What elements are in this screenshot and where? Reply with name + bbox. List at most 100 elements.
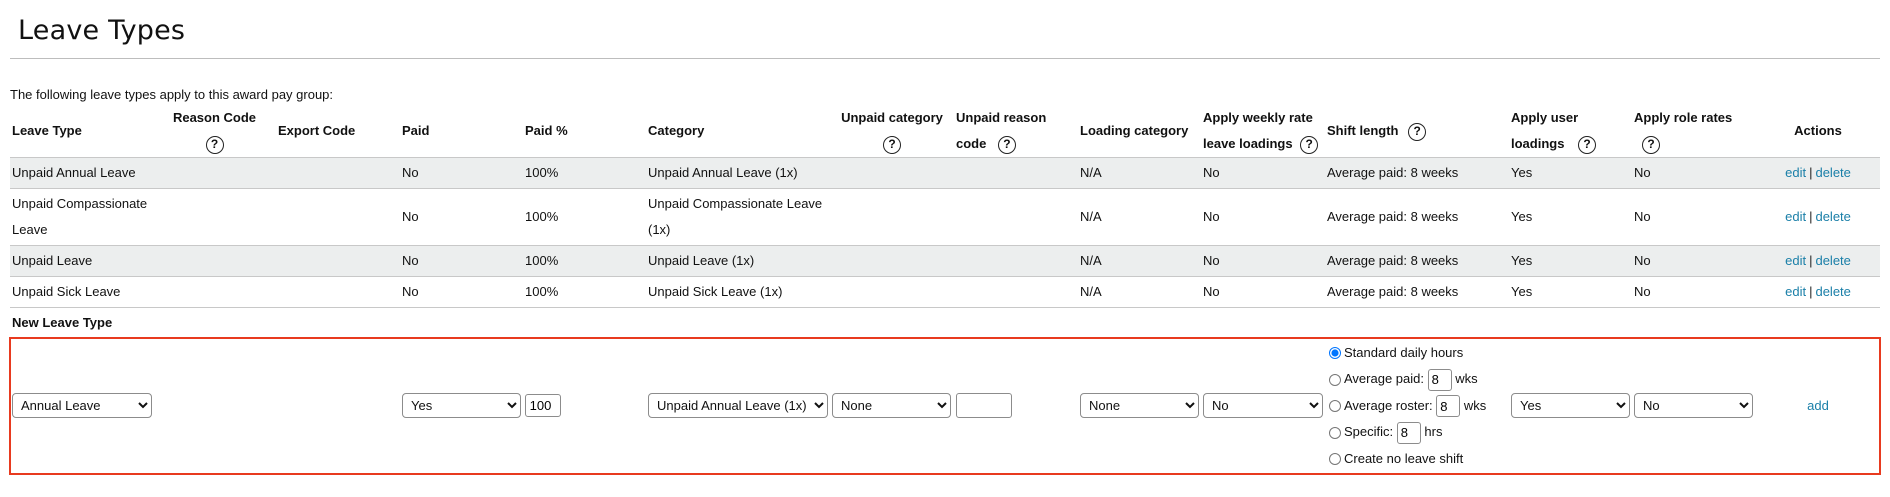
help-icon[interactable]: ? — [997, 135, 1016, 154]
shift-avg-paid-radio[interactable] — [1329, 373, 1341, 386]
shift-avg-roster-label: Average roster: — [1344, 397, 1433, 413]
cell-unpaid-reason-code — [954, 158, 1078, 189]
col-unpaid-category: Unpaid category ? — [830, 105, 954, 158]
help-icon[interactable]: ? — [883, 135, 901, 154]
cell-leave-type: Unpaid Sick Leave — [12, 284, 121, 299]
edit-link[interactable]: edit — [1785, 253, 1806, 268]
cell-unpaid-reason-code — [954, 246, 1078, 277]
help-icon[interactable]: ? — [1300, 135, 1319, 154]
shift-standard-radio[interactable] — [1329, 347, 1341, 360]
help-icon[interactable]: ? — [205, 135, 224, 154]
col-unpaid-reason-label-2: code — [956, 136, 987, 151]
cell-reason-code — [153, 246, 276, 277]
help-icon[interactable]: ? — [1642, 135, 1660, 154]
cell-new-leave-type: Annual Leave — [10, 338, 276, 474]
delete-link[interactable]: delete — [1815, 209, 1850, 224]
cell-loading-category: N/A — [1080, 209, 1102, 224]
cell-unpaid-category — [830, 246, 954, 277]
new-paid-pct-input[interactable] — [524, 394, 561, 417]
new-paid-select[interactable]: Yes — [402, 393, 521, 418]
page-title: Leave Types — [18, 15, 186, 46]
cell-apply-weekly: No — [1203, 165, 1220, 180]
col-apply-user: Apply user loadings ? — [1509, 105, 1632, 158]
cell-new-apply-user: Yes — [1509, 338, 1632, 474]
shift-standard-option[interactable]: Standard daily hours — [1327, 340, 1507, 367]
shift-avg-roster-unit: wks — [1463, 397, 1487, 413]
new-leave-type-select[interactable]: Annual Leave — [12, 393, 152, 418]
cell-export-code — [276, 246, 400, 277]
new-unpaid-reason-code-input[interactable] — [956, 393, 1012, 418]
cell-apply-weekly: No — [1203, 209, 1220, 224]
help-icon[interactable]: ? — [1578, 135, 1597, 154]
cell-unpaid-category — [830, 189, 954, 246]
shift-none-option[interactable]: Create no leave shift — [1327, 446, 1507, 473]
shift-specific-label: Specific: — [1344, 424, 1394, 440]
col-unpaid-category-label: Unpaid category — [841, 110, 943, 125]
shift-avg-roster-radio[interactable] — [1329, 400, 1341, 413]
new-category-select[interactable]: Unpaid Annual Leave (1x) — [648, 393, 828, 418]
cell-actions: edit | delete — [1756, 277, 1880, 308]
cell-new-loading-category: None — [1078, 338, 1201, 474]
cell-category: Unpaid Annual Leave (1x) — [648, 165, 798, 180]
table-row: Unpaid Leave No 100% Unpaid Leave (1x) N… — [10, 245, 1880, 277]
cell-paid-pct: 100% — [525, 165, 559, 180]
shift-avg-roster-option[interactable]: Average roster: wks — [1327, 393, 1507, 420]
col-category: Category — [648, 123, 705, 138]
delete-link[interactable]: delete — [1815, 165, 1850, 180]
shift-avg-paid-option[interactable]: Average paid: wks — [1327, 366, 1507, 393]
cell-actions: edit | delete — [1756, 158, 1880, 189]
shift-specific-input[interactable] — [1396, 421, 1421, 444]
shift-avg-paid-input[interactable] — [1427, 368, 1452, 391]
help-icon[interactable]: ? — [1408, 122, 1427, 141]
cell-shift-length: Average paid: 8 weeks — [1327, 284, 1459, 299]
cell-actions: edit | delete — [1756, 246, 1880, 277]
shift-specific-option[interactable]: Specific: hrs — [1327, 419, 1507, 446]
cell-category: Unpaid Compassionate Leave (1x) — [648, 196, 823, 237]
cell-new-export-code — [276, 338, 400, 474]
cell-unpaid-category — [830, 277, 954, 308]
cell-new-apply-weekly: No — [1201, 338, 1325, 474]
shift-none-radio[interactable] — [1329, 453, 1341, 466]
page: Leave Types The following leave types ap… — [0, 0, 1890, 475]
delete-link[interactable]: delete — [1815, 284, 1850, 299]
cell-export-code — [276, 189, 400, 246]
cell-new-paid: Yes — [400, 338, 646, 474]
new-apply-weekly-select[interactable]: No — [1203, 393, 1323, 418]
new-leave-heading: New Leave Type — [10, 307, 1880, 338]
cell-shift-length: Average paid: 8 weeks — [1327, 165, 1459, 180]
new-apply-role-select[interactable]: No — [1634, 393, 1753, 418]
cell-apply-user: Yes — [1511, 165, 1533, 180]
cell-paid-pct: 100% — [525, 253, 559, 268]
new-leave-form-row: Annual Leave Yes Unpaid Annual Leave (1x… — [9, 337, 1881, 475]
cell-loading-category: N/A — [1080, 165, 1102, 180]
cell-new-apply-role: No — [1632, 338, 1756, 474]
cell-new-unpaid-reason-code — [954, 338, 1078, 474]
cell-leave-type: Unpaid Compassionate Leave — [12, 196, 148, 237]
cell-new-shift-length: Standard daily hours Average paid: wks A… — [1325, 338, 1509, 474]
edit-link[interactable]: edit — [1785, 209, 1806, 224]
shift-avg-paid-label: Average paid: — [1344, 371, 1424, 387]
shift-avg-roster-input[interactable] — [1436, 395, 1461, 418]
col-shift-length: Shift length ? — [1325, 105, 1509, 158]
add-link[interactable]: add — [1807, 398, 1829, 413]
col-actions: Actions — [1794, 123, 1842, 138]
cell-apply-role: No — [1634, 165, 1651, 180]
cell-loading-category: N/A — [1080, 284, 1102, 299]
col-export-code: Export Code — [278, 123, 356, 138]
col-apply-weekly-label-2: leave loadings — [1203, 136, 1293, 151]
col-loading-category: Loading category — [1080, 123, 1189, 138]
shift-specific-radio[interactable] — [1329, 426, 1341, 439]
new-unpaid-category-select[interactable]: None — [832, 393, 951, 418]
cell-export-code — [276, 158, 400, 189]
col-paid: Paid — [402, 123, 430, 138]
cell-unpaid-category — [830, 158, 954, 189]
new-apply-user-select[interactable]: Yes — [1511, 393, 1630, 418]
new-loading-category-select[interactable]: None — [1080, 393, 1199, 418]
col-apply-weekly: Apply weekly rate leave loadings ? — [1201, 105, 1325, 158]
delete-link[interactable]: delete — [1815, 253, 1850, 268]
col-reason-code: Reason Code ? — [153, 105, 276, 158]
edit-link[interactable]: edit — [1785, 284, 1806, 299]
cell-export-code — [276, 277, 400, 308]
edit-link[interactable]: edit — [1785, 165, 1806, 180]
shift-avg-paid-unit: wks — [1455, 371, 1478, 387]
